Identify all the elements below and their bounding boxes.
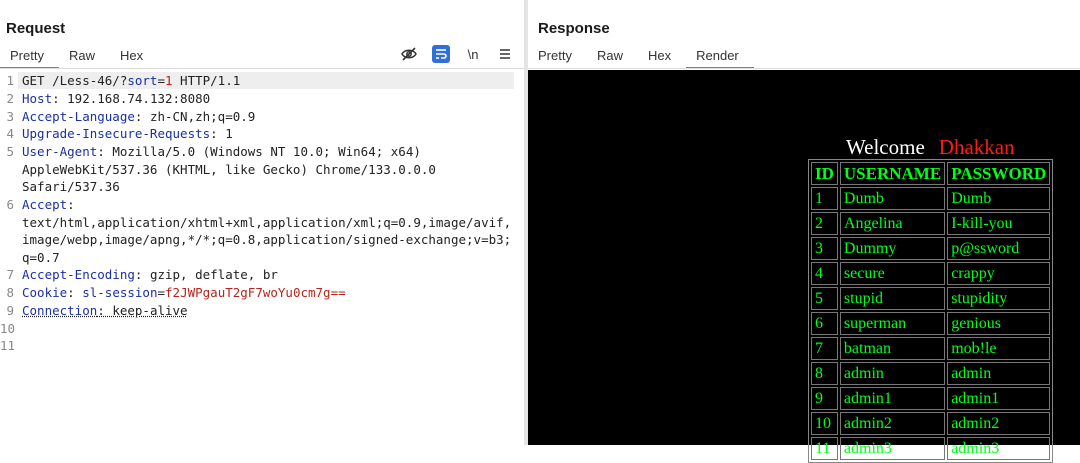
line-number: 3	[0, 109, 14, 124]
line-number: 2	[0, 91, 14, 106]
request-line-6-wrap: image/webp,image/apng,*/*;q=0.8,applicat…	[22, 232, 511, 247]
id-cell: 9	[811, 387, 838, 410]
username-cell: admin3	[840, 437, 945, 460]
line-number: 4	[0, 126, 14, 141]
id-cell: 5	[811, 287, 838, 310]
id-cell: 1	[811, 187, 838, 210]
request-title: Request	[6, 20, 65, 37]
line-number: 6	[0, 197, 14, 212]
line-number: 5	[0, 144, 14, 159]
username-cell: Dummy	[840, 237, 945, 260]
table-row: 2 Angelina I-kill-you	[811, 212, 1050, 235]
username-cell: Angelina	[840, 212, 945, 235]
request-line-9: Connection: keep-alive	[22, 303, 188, 318]
username-cell: admin	[840, 362, 945, 385]
id-cell: 2	[811, 212, 838, 235]
request-line-6-wrap: q=0.7	[22, 250, 60, 265]
id-cell: 3	[811, 237, 838, 260]
request-tabs: Pretty Raw Hex	[0, 46, 158, 68]
request-line-6-wrap: text/html,application/xhtml+xml,applicat…	[22, 215, 511, 230]
request-line-1: GET /Less-46/?sort=1 HTTP/1.1	[22, 73, 240, 88]
password-cell: Dumb	[947, 187, 1050, 210]
table-row: 3 Dummy p@ssword	[811, 237, 1050, 260]
request-line-5-wrap: Safari/537.36	[22, 179, 120, 194]
column-header: ID	[811, 162, 838, 185]
request-line-3: Accept-Language: zh-CN,zh;q=0.9	[22, 109, 255, 124]
table-row: 10 admin2 admin2	[811, 412, 1050, 435]
line-number: 10	[0, 321, 14, 336]
request-line-2: Host: 192.168.74.132:8080	[22, 91, 210, 106]
username-cell: secure	[840, 262, 945, 285]
username-cell: admin1	[840, 387, 945, 410]
request-editor[interactable]: 1 2 3 4 5 6 7 8 9 10 11 GET /Less-46/?so…	[0, 71, 524, 445]
request-line-5-wrap: AppleWebKit/537.36 (KHTML, like Gecko) C…	[22, 162, 436, 177]
id-cell: 8	[811, 362, 838, 385]
request-line-8: Cookie: sl-session=f2JWPgauT2gF7woYu0cm7…	[22, 285, 346, 300]
response-tabs: Pretty Raw Hex Render	[528, 46, 754, 68]
table-row: 9 admin1 admin1	[811, 387, 1050, 410]
table-row: 6 superman genious	[811, 312, 1050, 335]
tab-render[interactable]: Render	[686, 46, 754, 69]
id-cell: 10	[811, 412, 838, 435]
welcome-text: Welcome Dhakkan	[846, 135, 1015, 160]
render-view: Welcome Dhakkan ID USERNAME PASSWORD 1 Dum…	[528, 70, 1080, 445]
eye-off-icon[interactable]	[400, 45, 418, 63]
response-title: Response	[538, 20, 610, 37]
username-cell: batman	[840, 337, 945, 360]
id-cell: 6	[811, 312, 838, 335]
table-header-row: ID USERNAME PASSWORD	[811, 162, 1050, 185]
username-cell: superman	[840, 312, 945, 335]
password-cell: I-kill-you	[947, 212, 1050, 235]
password-cell: mob!le	[947, 337, 1050, 360]
column-header: PASSWORD	[947, 162, 1050, 185]
table-row: 4 secure crappy	[811, 262, 1050, 285]
wrap-lines-icon[interactable]	[432, 45, 450, 63]
password-cell: genious	[947, 312, 1050, 335]
id-cell: 11	[811, 437, 838, 460]
id-cell: 4	[811, 262, 838, 285]
tab-hex[interactable]: Hex	[638, 46, 686, 67]
request-line-4: Upgrade-Insecure-Requests: 1	[22, 126, 233, 141]
table-row: 8 admin admin	[811, 362, 1050, 385]
table-row: 11 admin3 admin3	[811, 437, 1050, 460]
line-number: 8	[0, 285, 14, 300]
password-cell: admin	[947, 362, 1050, 385]
username-cell: Dumb	[840, 187, 945, 210]
table-row: 7 batman mob!le	[811, 337, 1050, 360]
line-number: 7	[0, 267, 14, 282]
line-number: 11	[0, 338, 14, 353]
request-line-6: Accept:	[22, 197, 75, 212]
line-number: 9	[0, 303, 14, 318]
menu-icon[interactable]	[496, 45, 514, 63]
tab-underline-divider	[0, 68, 524, 69]
password-cell: stupidity	[947, 287, 1050, 310]
table-row: 1 Dumb Dumb	[811, 187, 1050, 210]
request-line-5: User-Agent: Mozilla/5.0 (Windows NT 10.0…	[22, 144, 421, 159]
tab-pretty[interactable]: Pretty	[0, 46, 59, 69]
request-toolbar: \n	[400, 45, 514, 63]
column-header: USERNAME	[840, 162, 945, 185]
username-cell: admin2	[840, 412, 945, 435]
tab-raw[interactable]: Raw	[59, 46, 110, 67]
line-number: 1	[0, 73, 14, 88]
id-cell: 7	[811, 337, 838, 360]
password-cell: admin1	[947, 387, 1050, 410]
password-cell: crappy	[947, 262, 1050, 285]
password-cell: admin2	[947, 412, 1050, 435]
tab-pretty[interactable]: Pretty	[528, 46, 587, 67]
users-table: ID USERNAME PASSWORD 1 Dumb Dumb 2 Angelina I…	[808, 159, 1053, 463]
tab-raw[interactable]: Raw	[587, 46, 638, 67]
table-row: 5 stupid stupidity	[811, 287, 1050, 310]
request-pane: Request Pretty Raw Hex \n 1 2 3 4 5 6 7 …	[0, 0, 524, 445]
request-line-7: Accept-Encoding: gzip, deflate, br	[22, 267, 278, 282]
password-cell: admin3	[947, 437, 1050, 460]
tab-underline-divider	[528, 68, 1080, 69]
users-table-body: 1 Dumb Dumb 2 Angelina I-kill-you 3 Dummy p@sswo…	[811, 187, 1050, 460]
newline-icon[interactable]: \n	[464, 45, 482, 63]
username-cell: stupid	[840, 287, 945, 310]
tab-hex[interactable]: Hex	[110, 46, 158, 67]
password-cell: p@ssword	[947, 237, 1050, 260]
